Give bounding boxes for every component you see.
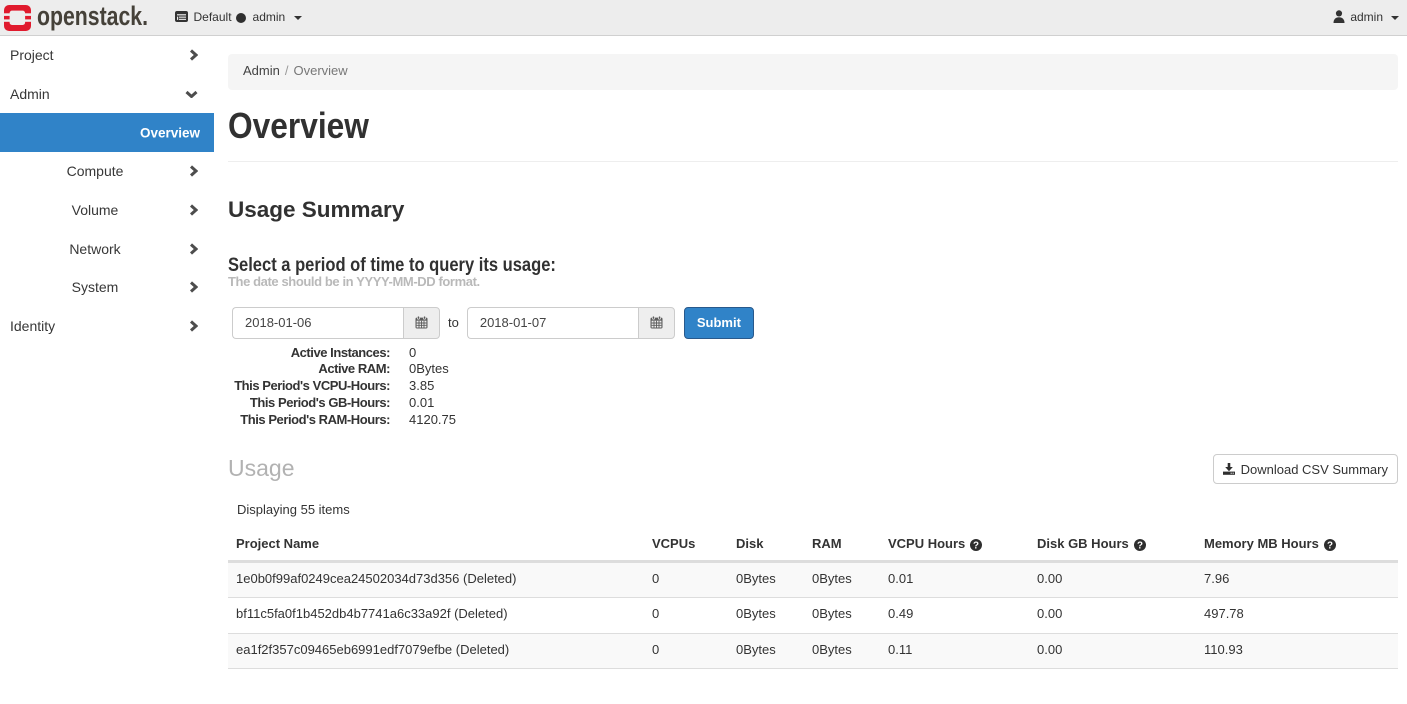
- svg-text:?: ?: [1327, 540, 1333, 551]
- svg-text:?: ?: [1137, 540, 1143, 551]
- svg-text:?: ?: [973, 540, 979, 551]
